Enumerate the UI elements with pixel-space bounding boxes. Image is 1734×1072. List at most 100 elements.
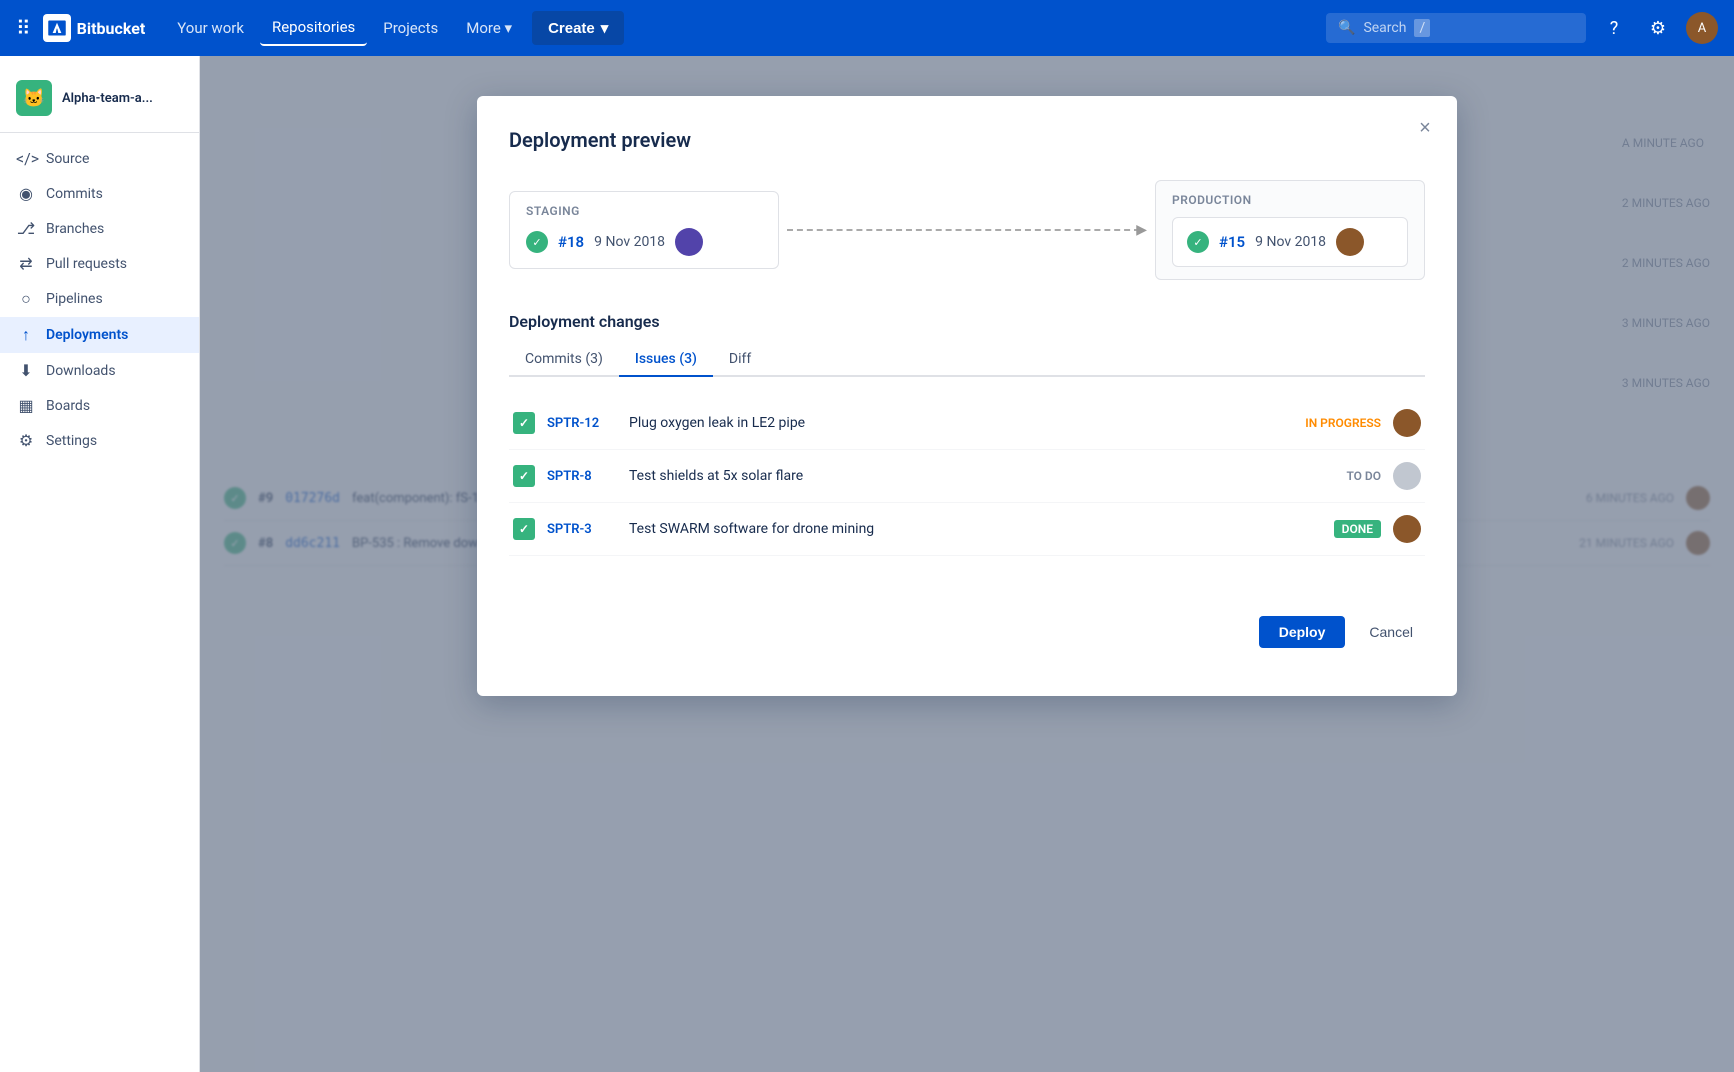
nav-projects[interactable]: Projects (371, 11, 450, 45)
issue-title-2: Test shields at 5x solar flare (629, 468, 1334, 484)
help-button[interactable]: ? (1598, 12, 1630, 44)
pipelines-icon: ○ (16, 289, 36, 309)
topnav-right: 🔍 Search / ? ⚙ A (1326, 12, 1718, 44)
sidebar-item-boards[interactable]: ▦ Boards (0, 388, 199, 423)
issue-row-1: ✓ SPTR-12 Plug oxygen leak in LE2 pipe I… (509, 397, 1425, 450)
sidebar-item-branches[interactable]: ⎇ Branches (0, 211, 199, 246)
staging-card: ✓ #18 9 Nov 2018 (526, 228, 762, 256)
deploy-arrow: ▶ (779, 222, 1155, 238)
create-button[interactable]: Create ▾ (532, 11, 624, 45)
issue-avatar-3 (1393, 515, 1421, 543)
issue-status-1: IN PROGRESS (1305, 416, 1381, 430)
apps-icon[interactable]: ⠿ (16, 16, 31, 40)
repo-header: 🐱 Alpha-team-a... (0, 72, 199, 133)
topnav: ⠿ Bitbucket Your work Repositories Proje… (0, 0, 1734, 56)
production-deploy-card: ✓ #15 9 Nov 2018 (1187, 228, 1393, 256)
commits-icon: ◉ (16, 184, 36, 203)
nav-more[interactable]: More ▾ (454, 11, 524, 45)
arrow-head-icon: ▶ (1136, 222, 1147, 238)
issue-key-1[interactable]: SPTR-12 (547, 416, 617, 431)
production-card: ✓ #15 9 Nov 2018 (1172, 217, 1408, 267)
production-label: Production (1172, 193, 1408, 207)
tab-diff[interactable]: Diff (713, 343, 767, 377)
settings-sidebar-icon: ⚙ (16, 431, 36, 450)
issue-key-3[interactable]: SPTR-3 (547, 522, 617, 537)
nav-your-work[interactable]: Your work (165, 11, 256, 45)
sidebar-item-deployments[interactable]: ↑ Deployments (0, 317, 199, 353)
downloads-icon: ⬇ (16, 361, 36, 380)
deploy-button[interactable]: Deploy (1259, 616, 1346, 648)
sidebar: 🐱 Alpha-team-a... </> Source ◉ Commits ⎇… (0, 56, 200, 1072)
nav-repositories[interactable]: Repositories (260, 10, 367, 46)
issue-key-2[interactable]: SPTR-8 (547, 469, 617, 484)
search-slash: / (1414, 19, 1430, 37)
sidebar-label-settings: Settings (46, 433, 97, 449)
sidebar-item-source[interactable]: </> Source (0, 141, 199, 176)
bitbucket-logo-icon (43, 14, 71, 42)
dotted-line (787, 229, 1140, 231)
issue-icon-2: ✓ (513, 465, 535, 487)
deployments-icon: ↑ (16, 325, 36, 345)
sidebar-label-boards: Boards (46, 398, 90, 414)
staging-build-num[interactable]: #18 (558, 233, 584, 251)
modal: × Deployment preview Staging ✓ #18 9 Nov… (477, 96, 1457, 696)
repo-icon: 🐱 (16, 80, 52, 116)
settings-icon: ⚙ (1650, 18, 1666, 39)
sidebar-item-commits[interactable]: ◉ Commits (0, 176, 199, 211)
main-content: ✓ #9 017276d feat(component): fS-1063 Wh… (200, 56, 1734, 1072)
sidebar-label-deployments: Deployments (46, 327, 128, 343)
issues-list: ✓ SPTR-12 Plug oxygen leak in LE2 pipe I… (509, 397, 1425, 556)
staging-avatar (675, 228, 703, 256)
cancel-button[interactable]: Cancel (1357, 616, 1425, 648)
issue-status-2: TO DO (1346, 469, 1381, 483)
tab-issues[interactable]: Issues (3) (619, 343, 713, 377)
staging-label: Staging (526, 204, 762, 218)
production-build-num[interactable]: #15 (1219, 233, 1245, 251)
tabs: Commits (3) Issues (3) Diff (509, 343, 1425, 377)
sidebar-item-pull-requests[interactable]: ⇄ Pull requests (0, 246, 199, 281)
pull-requests-icon: ⇄ (16, 254, 36, 273)
layout: 🐱 Alpha-team-a... </> Source ◉ Commits ⎇… (0, 56, 1734, 1072)
logo[interactable]: Bitbucket (43, 14, 146, 42)
modal-title: Deployment preview (509, 128, 1425, 152)
issue-row-3: ✓ SPTR-3 Test SWARM software for drone m… (509, 503, 1425, 556)
staging-box: Staging ✓ #18 9 Nov 2018 (509, 191, 779, 269)
issue-avatar-1 (1393, 409, 1421, 437)
issue-icon-1: ✓ (513, 412, 535, 434)
search-box[interactable]: 🔍 Search / (1326, 13, 1586, 43)
help-icon: ? (1610, 18, 1619, 39)
modal-close-button[interactable]: × (1409, 112, 1441, 144)
issue-icon-3: ✓ (513, 518, 535, 540)
production-avatar (1336, 228, 1364, 256)
issue-status-3: DONE (1334, 520, 1381, 538)
deploy-diagram: Staging ✓ #18 9 Nov 2018 ▶ (509, 180, 1425, 280)
sidebar-label-branches: Branches (46, 221, 104, 237)
sidebar-label-commits: Commits (46, 186, 103, 202)
sidebar-item-pipelines[interactable]: ○ Pipelines (0, 281, 199, 317)
settings-button[interactable]: ⚙ (1642, 12, 1674, 44)
search-label: Search (1363, 20, 1406, 36)
logo-text: Bitbucket (77, 19, 146, 38)
search-icon: 🔍 (1338, 20, 1355, 36)
sidebar-label-downloads: Downloads (46, 363, 116, 379)
sidebar-label-pipelines: Pipelines (46, 291, 103, 307)
production-box: Production ✓ #15 9 Nov 2018 (1155, 180, 1425, 280)
issue-avatar-2 (1393, 462, 1421, 490)
staging-check-icon: ✓ (526, 231, 548, 253)
issue-row-2: ✓ SPTR-8 Test shields at 5x solar flare … (509, 450, 1425, 503)
source-icon: </> (16, 149, 36, 168)
modal-footer: Deploy Cancel (509, 596, 1425, 648)
repo-name: Alpha-team-a... (62, 91, 153, 106)
issue-title-3: Test SWARM software for drone mining (629, 521, 1322, 537)
production-date: 9 Nov 2018 (1255, 234, 1326, 250)
issue-title-1: Plug oxygen leak in LE2 pipe (629, 415, 1293, 431)
modal-overlay: × Deployment preview Staging ✓ #18 9 Nov… (200, 56, 1734, 1072)
staging-date: 9 Nov 2018 (594, 234, 665, 250)
sidebar-item-downloads[interactable]: ⬇ Downloads (0, 353, 199, 388)
branches-icon: ⎇ (16, 219, 36, 238)
production-check-icon: ✓ (1187, 231, 1209, 253)
sidebar-label-pull-requests: Pull requests (46, 256, 127, 272)
sidebar-item-settings[interactable]: ⚙ Settings (0, 423, 199, 458)
user-avatar[interactable]: A (1686, 12, 1718, 44)
tab-commits[interactable]: Commits (3) (509, 343, 619, 377)
